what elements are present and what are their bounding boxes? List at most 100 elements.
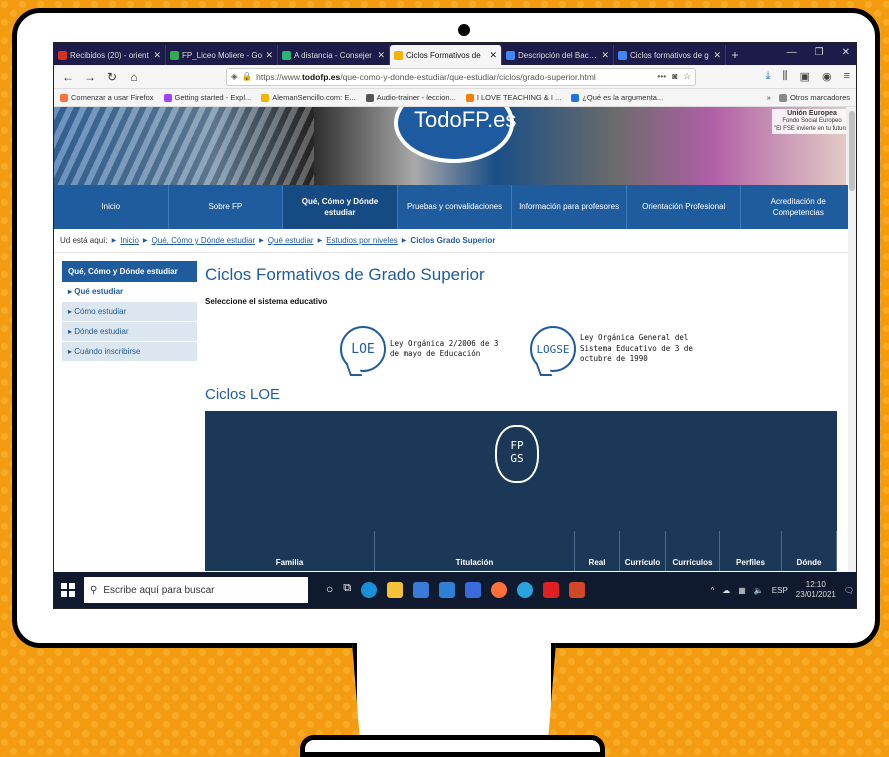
col-real: Real bbox=[575, 531, 620, 571]
maximize-icon[interactable]: ❐ bbox=[815, 47, 824, 58]
col-titulacion: Titulación bbox=[375, 531, 575, 571]
browser-tab[interactable]: Recibidos (20) - orient ✕ bbox=[54, 45, 166, 65]
logse-option[interactable]: LOGSE Ley Orgánica General del Sistema E… bbox=[530, 326, 700, 372]
extension-icon[interactable]: ◉ bbox=[822, 70, 832, 83]
forward-icon[interactable]: → bbox=[82, 70, 98, 84]
logse-badge: LOGSE bbox=[530, 326, 576, 372]
tray-chevron-icon[interactable]: ^ bbox=[710, 586, 714, 595]
select-prompt: Seleccione el sistema educativo bbox=[205, 297, 328, 306]
overflow-icon[interactable]: » bbox=[767, 93, 771, 102]
powerpoint-icon[interactable] bbox=[569, 582, 586, 598]
sidebar-item-cuando-inscribirse[interactable]: ▸ Cuándo inscribirse bbox=[62, 342, 197, 362]
url-text: https://www.todofp.es/que-como-y-donde-e… bbox=[256, 71, 596, 82]
bookmark[interactable]: Getting started - Expl... bbox=[163, 93, 251, 102]
task-view-icon[interactable]: ⧉ bbox=[343, 582, 351, 598]
chevron-right-icon: ▶ bbox=[142, 238, 148, 244]
windows-start-icon[interactable] bbox=[58, 580, 78, 600]
loe-badge: LOE bbox=[340, 326, 386, 372]
browser-tab[interactable]: Descripción del Bachill ✕ bbox=[502, 45, 614, 65]
system-selector: LOE Ley Orgánica 2/2006 de 3 de mayo de … bbox=[340, 326, 856, 372]
loe-option[interactable]: LOE Ley Orgánica 2/2006 de 3 de mayo de … bbox=[340, 326, 510, 372]
menu-icon[interactable]: ≡ bbox=[844, 70, 850, 83]
nav-orientacion[interactable]: Orientación Profesional bbox=[627, 185, 742, 229]
crumb-current: Ciclos Grado Superior bbox=[410, 236, 496, 245]
language-indicator[interactable]: ESP bbox=[772, 586, 788, 595]
taskbar-search[interactable]: ⚲ Escribe aquí para buscar bbox=[84, 577, 308, 603]
clock[interactable]: 12:10 23/01/2021 bbox=[796, 580, 836, 599]
bookmark[interactable]: ¿Qué es la argumenta... bbox=[571, 93, 663, 102]
close-window-icon[interactable]: ✕ bbox=[842, 47, 850, 58]
browser-tab[interactable]: FP_Liceo Moliere - Go ✕ bbox=[166, 45, 278, 65]
scrollbar-thumb[interactable] bbox=[849, 111, 855, 191]
search-icon: ⚲ bbox=[90, 584, 98, 596]
close-icon[interactable]: ✕ bbox=[265, 50, 273, 61]
star-icon[interactable]: ☆ bbox=[683, 71, 691, 82]
browser-tab[interactable]: A distancia - Consejer ✕ bbox=[278, 45, 390, 65]
browser-tab-active[interactable]: Ciclos Formativos de ✕ bbox=[390, 45, 502, 65]
pinned-apps: ○ ⧉ bbox=[326, 582, 586, 598]
crumb-que-estudiar[interactable]: Qué estudiar bbox=[268, 236, 314, 245]
reload-icon[interactable]: ↻ bbox=[104, 70, 120, 84]
site-icon bbox=[618, 50, 627, 60]
bookmark-icon bbox=[365, 93, 374, 102]
home-icon[interactable]: ⌂ bbox=[126, 70, 142, 84]
bookmark[interactable]: I LOVE TEACHING & I ... bbox=[465, 93, 561, 102]
acrobat-icon[interactable] bbox=[543, 582, 560, 598]
close-icon[interactable]: ✕ bbox=[713, 50, 721, 61]
nav-inicio[interactable]: Inicio bbox=[54, 185, 169, 229]
back-icon[interactable]: ← bbox=[60, 70, 76, 84]
crumb-inicio[interactable]: Inicio bbox=[120, 236, 139, 245]
minimize-icon[interactable]: — bbox=[787, 47, 797, 58]
more-icon[interactable]: ••• bbox=[657, 71, 666, 82]
nav-pruebas[interactable]: Pruebas y convalidaciones bbox=[398, 185, 513, 229]
app-icon[interactable] bbox=[465, 582, 482, 598]
download-icon[interactable]: ⤓ bbox=[766, 70, 771, 83]
close-icon[interactable]: ✕ bbox=[153, 50, 161, 61]
page-scrollbar[interactable] bbox=[848, 107, 856, 572]
new-tab-button[interactable]: + bbox=[726, 45, 744, 65]
onedrive-icon[interactable]: ☁ bbox=[722, 586, 730, 595]
volume-icon[interactable]: 🔈 bbox=[754, 586, 764, 595]
library-icon[interactable]: ⫼ bbox=[783, 70, 788, 83]
pocket-icon[interactable]: ◙ bbox=[672, 71, 677, 82]
sidebar-item-como-estudiar[interactable]: ▸ Cómo estudiar bbox=[62, 302, 197, 322]
drive-icon bbox=[170, 50, 179, 60]
sidebar-heading[interactable]: Qué, Cómo y Dónde estudiar bbox=[62, 261, 197, 282]
bookmarks-bar: Comenzar a usar Firefox Getting started … bbox=[54, 89, 856, 107]
mail-icon[interactable] bbox=[439, 582, 456, 598]
site-icon bbox=[282, 50, 291, 60]
nav-que-como-donde[interactable]: Qué, Cómo y Dónde estudiar bbox=[283, 185, 398, 229]
file-explorer-icon[interactable] bbox=[387, 582, 404, 598]
loe-description: Ley Orgánica 2/2006 de 3 de mayo de Educ… bbox=[390, 338, 499, 359]
col-donde: Dónde bbox=[782, 531, 837, 571]
bookmark[interactable]: Audio-trainer - leccion... bbox=[365, 93, 456, 102]
close-icon[interactable]: ✕ bbox=[601, 50, 609, 61]
other-bookmarks[interactable]: Otros marcadores bbox=[778, 93, 850, 102]
bookmark[interactable]: Comenzar a usar Firefox bbox=[60, 93, 154, 102]
chevron-right-icon: ▶ bbox=[111, 238, 117, 244]
bookmark[interactable]: AlemanSencillo.com: E... bbox=[261, 93, 356, 102]
edge-icon[interactable] bbox=[361, 582, 378, 598]
notifications-icon[interactable]: 🗨 bbox=[844, 586, 854, 595]
browser-tab[interactable]: Ciclos formativos de g ✕ bbox=[614, 45, 726, 65]
sidebar-icon[interactable]: ▣ bbox=[800, 70, 810, 83]
crumb-estudios-niveles[interactable]: Estudios por niveles bbox=[326, 236, 398, 245]
sidebar-item-donde-estudiar[interactable]: ▸ Dónde estudiar bbox=[62, 322, 197, 342]
sidebar-item-que-estudiar[interactable]: ▸ Qué estudiar bbox=[62, 282, 197, 302]
telegram-icon[interactable] bbox=[517, 582, 534, 598]
crumb-que-como-donde[interactable]: Qué, Cómo y Dónde estudiar bbox=[152, 236, 256, 245]
nav-sobre-fp[interactable]: Sobre FP bbox=[169, 185, 284, 229]
col-curriculos: Currículos bbox=[666, 531, 720, 571]
nav-acreditacion[interactable]: Acreditación de Competencias bbox=[741, 185, 856, 229]
close-icon[interactable]: ✕ bbox=[377, 50, 385, 61]
network-icon[interactable]: ▦ bbox=[738, 586, 746, 595]
loe-table-header: FP GS Familia Titulación Real Currículo C… bbox=[205, 411, 837, 571]
cortana-icon[interactable]: ○ bbox=[326, 582, 333, 598]
close-icon[interactable]: ✕ bbox=[489, 50, 497, 61]
firefox-icon[interactable] bbox=[491, 582, 508, 598]
windows-taskbar: ⚲ Escribe aquí para buscar ○ ⧉ ^ ☁ ▦ 🔈 E… bbox=[54, 572, 856, 608]
store-icon[interactable] bbox=[413, 582, 430, 598]
site-logo[interactable]: TodoFP.es bbox=[414, 107, 516, 133]
url-bar[interactable]: ◈ 🔒 https://www.todofp.es/que-como-y-don… bbox=[226, 67, 696, 86]
nav-profesores[interactable]: Información para profesores bbox=[512, 185, 627, 229]
